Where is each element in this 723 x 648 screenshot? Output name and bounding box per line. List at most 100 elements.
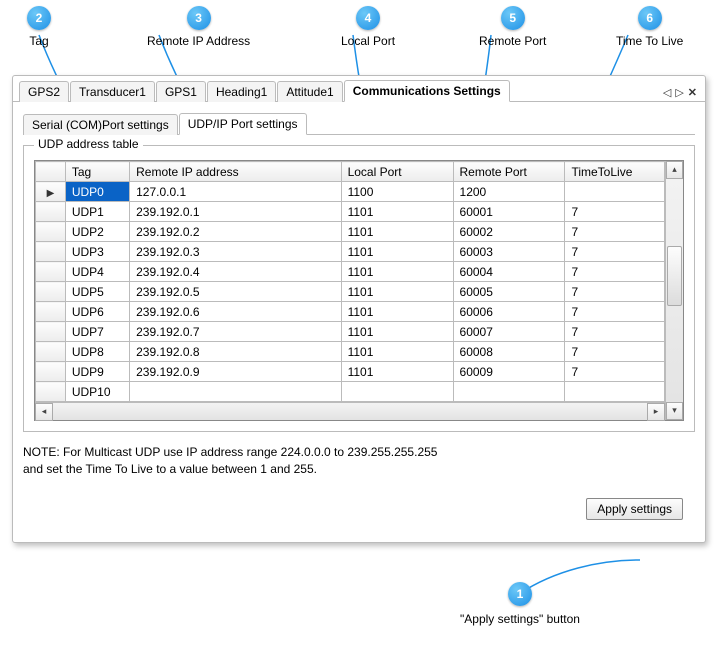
cell-remote[interactable]: 239.192.0.6 [130,302,341,322]
table-row[interactable]: UDP6239.192.0.61101600067 [36,302,665,322]
vscroll-track[interactable] [666,179,683,402]
cell-ttl[interactable]: 7 [565,302,665,322]
udp-table[interactable]: Tag Remote IP address Local Port Remote … [35,161,665,402]
cell-tag[interactable]: UDP0 [65,182,129,202]
tab-scroll-right-icon[interactable]: ▷ [675,86,683,99]
table-row[interactable]: ▶UDP0127.0.0.111001200 [36,182,665,202]
cell-ttl[interactable]: 7 [565,342,665,362]
cell-remote[interactable]: 239.192.0.2 [130,222,341,242]
cell-lport[interactable]: 1101 [341,302,453,322]
cell-tag[interactable]: UDP2 [65,222,129,242]
cell-remote[interactable]: 239.192.0.7 [130,322,341,342]
table-row[interactable]: UDP3239.192.0.31101600037 [36,242,665,262]
hscroll-track[interactable] [53,403,647,420]
scroll-up-button[interactable]: ▴ [666,161,683,179]
cell-rport[interactable]: 60006 [453,302,565,322]
row-header[interactable] [36,302,66,322]
col-header-local-port[interactable]: Local Port [341,162,453,182]
row-header[interactable] [36,322,66,342]
tab-gps1[interactable]: GPS1 [156,81,206,102]
subtab-serial-com[interactable]: Serial (COM)Port settings [23,114,178,135]
table-row[interactable]: UDP10 [36,382,665,402]
scroll-left-button[interactable]: ◂ [35,403,53,421]
grid-vscrollbar[interactable]: ▴ ▾ [665,161,683,420]
table-row[interactable]: UDP5239.192.0.51101600057 [36,282,665,302]
cell-rport[interactable]: 60007 [453,322,565,342]
cell-lport[interactable]: 1101 [341,322,453,342]
cell-ttl[interactable]: 7 [565,202,665,222]
cell-rport[interactable]: 60005 [453,282,565,302]
cell-remote[interactable]: 239.192.0.9 [130,362,341,382]
apply-settings-button[interactable]: Apply settings [586,498,683,520]
row-header[interactable] [36,342,66,362]
row-header[interactable] [36,202,66,222]
cell-rport[interactable]: 60002 [453,222,565,242]
cell-ttl[interactable]: 7 [565,222,665,242]
tab-communications-settings[interactable]: Communications Settings [344,80,510,102]
cell-tag[interactable]: UDP3 [65,242,129,262]
cell-ttl[interactable] [565,382,665,402]
subtab-udp-ip[interactable]: UDP/IP Port settings [179,113,307,135]
cell-remote[interactable]: 239.192.0.1 [130,202,341,222]
cell-ttl[interactable] [565,182,665,202]
cell-lport[interactable]: 1101 [341,282,453,302]
scroll-right-button[interactable]: ▸ [647,403,665,421]
col-header-tag[interactable]: Tag [65,162,129,182]
row-header[interactable] [36,362,66,382]
cell-ttl[interactable]: 7 [565,242,665,262]
cell-rport[interactable]: 60001 [453,202,565,222]
cell-lport[interactable]: 1101 [341,242,453,262]
cell-remote[interactable]: 239.192.0.3 [130,242,341,262]
cell-rport[interactable]: 60008 [453,342,565,362]
scroll-down-button[interactable]: ▾ [666,402,683,420]
table-row[interactable]: UDP2239.192.0.21101600027 [36,222,665,242]
table-row[interactable]: UDP8239.192.0.81101600087 [36,342,665,362]
row-header[interactable] [36,242,66,262]
col-header-ttl[interactable]: TimeToLive [565,162,665,182]
cell-lport[interactable]: 1101 [341,222,453,242]
row-header[interactable] [36,222,66,242]
cell-tag[interactable]: UDP6 [65,302,129,322]
cell-lport[interactable]: 1101 [341,362,453,382]
col-header-remote-port[interactable]: Remote Port [453,162,565,182]
cell-remote[interactable]: 239.192.0.4 [130,262,341,282]
row-header[interactable] [36,282,66,302]
cell-remote[interactable]: 239.192.0.8 [130,342,341,362]
cell-rport[interactable]: 60009 [453,362,565,382]
cell-rport[interactable] [453,382,565,402]
cell-lport[interactable]: 1100 [341,182,453,202]
cell-tag[interactable]: UDP9 [65,362,129,382]
tab-heading1[interactable]: Heading1 [207,81,276,102]
vscroll-thumb[interactable] [667,246,682,306]
cell-rport[interactable]: 60004 [453,262,565,282]
row-header[interactable] [36,382,66,402]
table-row[interactable]: UDP9239.192.0.91101600097 [36,362,665,382]
grid-hscrollbar[interactable]: ◂ ▸ [35,402,665,420]
cell-remote[interactable]: 239.192.0.5 [130,282,341,302]
cell-tag[interactable]: UDP1 [65,202,129,222]
cell-tag[interactable]: UDP5 [65,282,129,302]
col-header-remote-ip[interactable]: Remote IP address [130,162,341,182]
tab-gps2[interactable]: GPS2 [19,81,69,102]
tab-attitude1[interactable]: Attitude1 [277,81,342,102]
cell-lport[interactable]: 1101 [341,202,453,222]
row-header[interactable] [36,262,66,282]
table-row[interactable]: UDP4239.192.0.41101600047 [36,262,665,282]
cell-tag[interactable]: UDP10 [65,382,129,402]
cell-rport[interactable]: 1200 [453,182,565,202]
cell-rport[interactable]: 60003 [453,242,565,262]
cell-lport[interactable]: 1101 [341,262,453,282]
tab-transducer1[interactable]: Transducer1 [70,81,155,102]
table-row[interactable]: UDP7239.192.0.71101600077 [36,322,665,342]
tab-scroll-left-icon[interactable]: ◁ [663,86,671,99]
cell-ttl[interactable]: 7 [565,322,665,342]
udp-grid[interactable]: Tag Remote IP address Local Port Remote … [34,160,684,421]
cell-tag[interactable]: UDP4 [65,262,129,282]
cell-ttl[interactable]: 7 [565,282,665,302]
cell-remote[interactable]: 127.0.0.1 [130,182,341,202]
cell-tag[interactable]: UDP8 [65,342,129,362]
cell-lport[interactable]: 1101 [341,342,453,362]
row-header[interactable]: ▶ [36,182,66,202]
cell-ttl[interactable]: 7 [565,362,665,382]
cell-tag[interactable]: UDP7 [65,322,129,342]
